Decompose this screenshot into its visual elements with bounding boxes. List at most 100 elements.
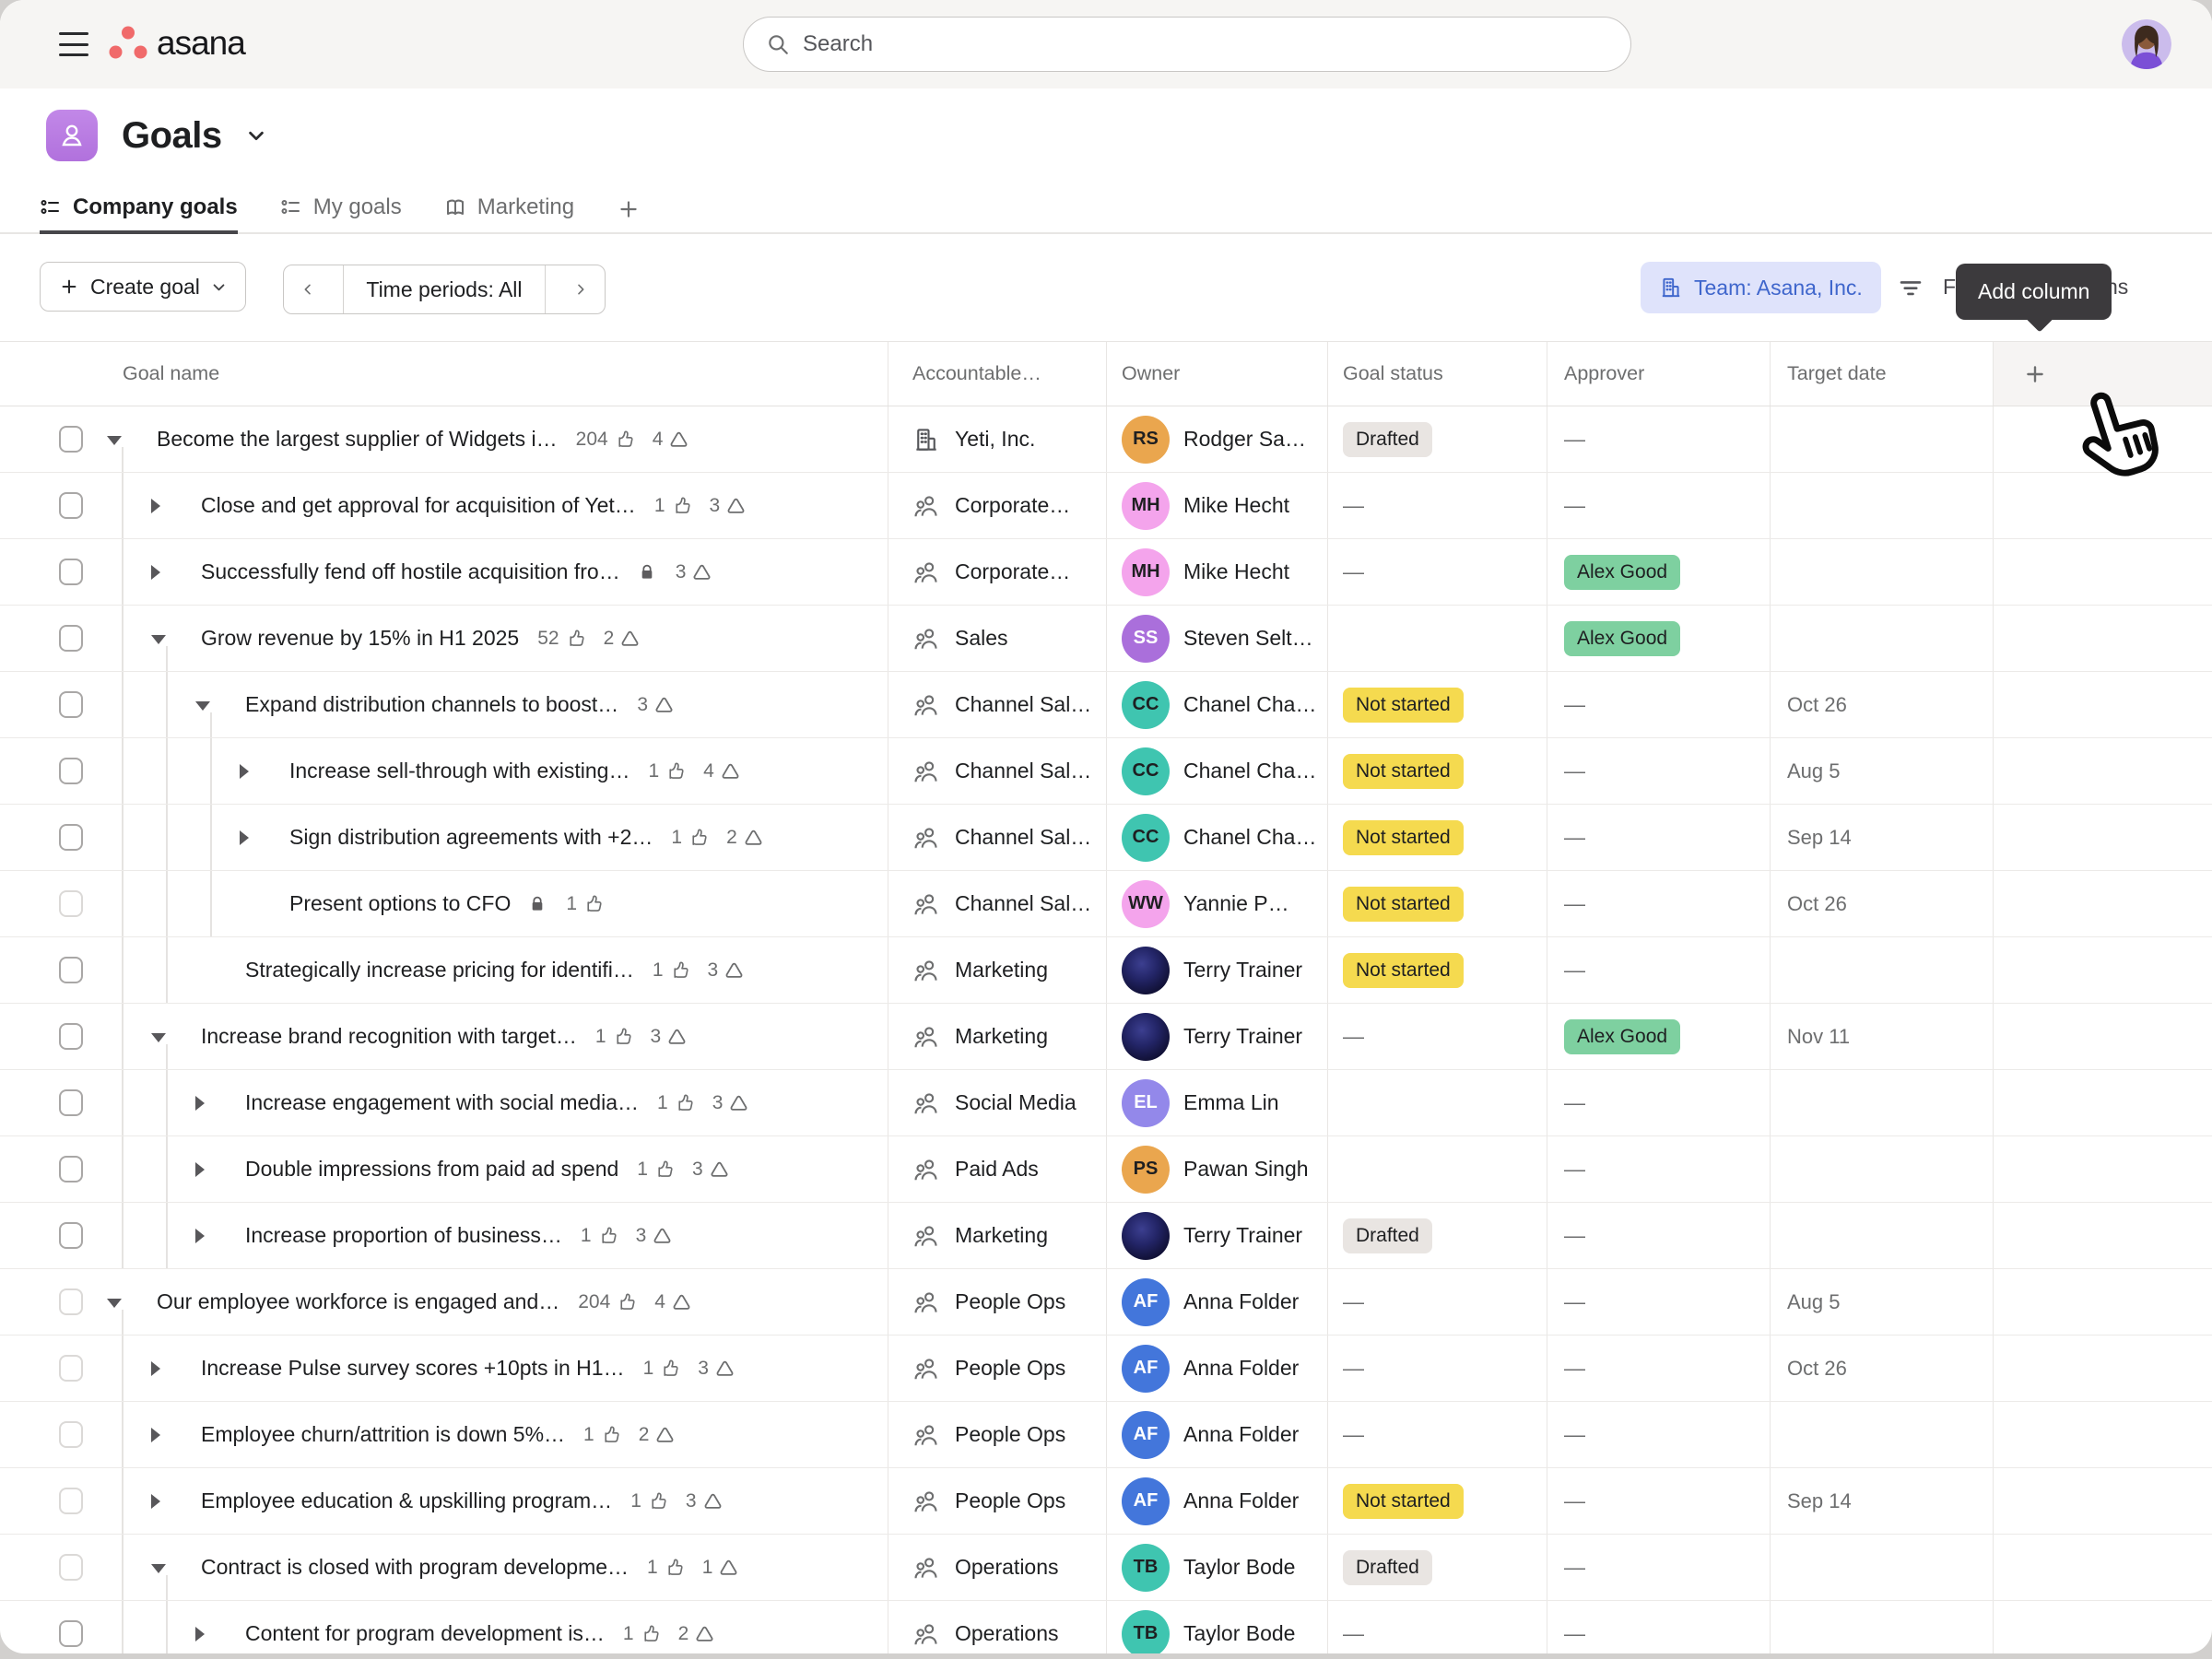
target-date-cell[interactable] <box>1770 1136 1993 1202</box>
goal-status-cell[interactable]: — <box>1327 1004 1547 1069</box>
row-checkbox[interactable] <box>59 1620 83 1647</box>
target-date-cell[interactable] <box>1770 1535 1993 1600</box>
approver-cell[interactable]: — <box>1547 937 1770 1003</box>
time-periods-prev-button[interactable] <box>284 265 332 313</box>
goal-status-cell[interactable]: — <box>1327 1269 1547 1335</box>
likes-count[interactable]: 204 <box>576 429 635 451</box>
row-checkbox[interactable] <box>59 1089 83 1116</box>
goal-status-cell[interactable]: Not started <box>1327 805 1547 870</box>
owner-cell[interactable]: TBTaylor Bode <box>1106 1601 1327 1653</box>
goal-name[interactable]: Increase proportion of business… <box>245 1223 562 1248</box>
target-date-cell[interactable]: Aug 5 <box>1770 1269 1993 1335</box>
subgoal-count[interactable]: 4 <box>653 429 690 451</box>
likes-count[interactable]: 1 <box>623 1623 661 1645</box>
goal-name[interactable]: Grow revenue by 15% in H1 2025 <box>201 626 519 651</box>
row-expand-caret[interactable] <box>151 1494 160 1509</box>
target-date-cell[interactable]: Sep 14 <box>1770 1468 1993 1534</box>
table-row[interactable]: Present options to CFO 1 Channel Sal… WW… <box>0 871 2212 937</box>
subgoal-count[interactable]: 2 <box>639 1424 677 1446</box>
table-row[interactable]: Our employee workforce is engaged and… 2… <box>0 1269 2212 1335</box>
row-expand-caret[interactable] <box>151 1428 160 1442</box>
goal-name[interactable]: Strategically increase pricing for ident… <box>245 958 634 982</box>
table-row[interactable]: Strategically increase pricing for ident… <box>0 937 2212 1004</box>
approver-cell[interactable]: Alex Good <box>1547 606 1770 671</box>
subgoal-count[interactable]: 2 <box>678 1623 716 1645</box>
subgoal-count[interactable]: 3 <box>676 561 713 583</box>
row-checkbox[interactable] <box>59 824 83 851</box>
goal-status-cell[interactable] <box>1327 1070 1547 1135</box>
column-header-target-date[interactable]: Target date <box>1770 342 1993 406</box>
goal-name[interactable]: Successfully fend off hostile acquisitio… <box>201 559 620 584</box>
column-header-approver[interactable]: Approver <box>1547 342 1770 406</box>
goal-status-cell[interactable]: Drafted <box>1327 1203 1547 1268</box>
subgoal-count[interactable]: 4 <box>654 1291 692 1313</box>
tab-company-goals[interactable]: Company goals <box>40 186 238 234</box>
owner-cell[interactable]: CCChanel Cha… <box>1106 805 1327 870</box>
approver-cell[interactable]: Alex Good <box>1547 1004 1770 1069</box>
row-checkbox[interactable] <box>59 559 83 585</box>
approver-cell[interactable]: — <box>1547 871 1770 936</box>
goal-name[interactable]: Our employee workforce is engaged and… <box>157 1289 559 1314</box>
subgoal-count[interactable]: 3 <box>637 694 675 716</box>
hamburger-menu-icon[interactable] <box>59 32 88 56</box>
target-date-cell[interactable] <box>1770 1203 1993 1268</box>
target-date-cell[interactable] <box>1770 937 1993 1003</box>
accountable-cell[interactable]: Paid Ads <box>888 1136 1106 1202</box>
goal-name[interactable]: Double impressions from paid ad spend <box>245 1157 618 1182</box>
goal-status-cell[interactable]: Drafted <box>1327 406 1547 472</box>
accountable-cell[interactable]: Channel Sal… <box>888 672 1106 737</box>
subgoal-count[interactable]: 3 <box>651 1026 688 1048</box>
accountable-cell[interactable]: Corporate… <box>888 473 1106 538</box>
row-collapse-caret[interactable] <box>151 1564 166 1573</box>
user-avatar[interactable] <box>2122 19 2171 69</box>
subgoal-count[interactable]: 2 <box>604 628 641 650</box>
owner-cell[interactable]: WWYannie P… <box>1106 871 1327 936</box>
row-expand-caret[interactable] <box>151 1361 160 1376</box>
add-column-button[interactable] <box>1993 342 2212 406</box>
goal-status-cell[interactable]: Not started <box>1327 871 1547 936</box>
approver-cell[interactable]: — <box>1547 1203 1770 1268</box>
tab-marketing[interactable]: Marketing <box>444 186 574 234</box>
table-row[interactable]: Grow revenue by 15% in H1 2025 522 Sales… <box>0 606 2212 672</box>
likes-count[interactable]: 1 <box>643 1358 681 1380</box>
row-collapse-caret[interactable] <box>151 1033 166 1042</box>
approver-cell[interactable]: — <box>1547 1070 1770 1135</box>
row-checkbox[interactable] <box>59 1554 83 1581</box>
row-collapse-caret[interactable] <box>107 1299 122 1308</box>
goal-name[interactable]: Increase brand recognition with target… <box>201 1024 577 1049</box>
goal-name[interactable]: Close and get approval for acquisition o… <box>201 493 636 518</box>
approver-cell[interactable]: — <box>1547 406 1770 472</box>
goal-status-cell[interactable]: Drafted <box>1327 1535 1547 1600</box>
accountable-cell[interactable]: People Ops <box>888 1269 1106 1335</box>
column-header-goal-name[interactable]: Goal name <box>0 342 888 406</box>
owner-cell[interactable]: CCChanel Cha… <box>1106 672 1327 737</box>
table-row[interactable]: Increase sell-through with existing… 14 … <box>0 738 2212 805</box>
goal-name[interactable]: Increase engagement with social media… <box>245 1090 639 1115</box>
table-row[interactable]: Sign distribution agreements with +2… 12… <box>0 805 2212 871</box>
row-collapse-caret[interactable] <box>195 701 210 711</box>
table-row[interactable]: Increase brand recognition with target… … <box>0 1004 2212 1070</box>
table-row[interactable]: Employee education & upskilling program…… <box>0 1468 2212 1535</box>
row-checkbox[interactable] <box>59 426 83 453</box>
goal-name[interactable]: Content for program development is… <box>245 1621 605 1646</box>
table-row[interactable]: Close and get approval for acquisition o… <box>0 473 2212 539</box>
approver-cell[interactable]: — <box>1547 1269 1770 1335</box>
row-expand-caret[interactable] <box>240 764 249 779</box>
approver-cell[interactable]: — <box>1547 1136 1770 1202</box>
accountable-cell[interactable]: Marketing <box>888 1203 1106 1268</box>
row-checkbox[interactable] <box>59 1355 83 1382</box>
accountable-cell[interactable]: Channel Sal… <box>888 871 1106 936</box>
target-date-cell[interactable] <box>1770 473 1993 538</box>
goal-name[interactable]: Present options to CFO <box>289 891 511 916</box>
row-expand-caret[interactable] <box>195 1229 205 1243</box>
owner-cell[interactable]: MHMike Hecht <box>1106 539 1327 605</box>
approver-cell[interactable]: — <box>1547 1535 1770 1600</box>
target-date-cell[interactable]: Oct 26 <box>1770 871 1993 936</box>
accountable-cell[interactable]: Marketing <box>888 1004 1106 1069</box>
likes-count[interactable]: 1 <box>630 1490 668 1512</box>
table-row[interactable]: Content for program development is… 12 O… <box>0 1601 2212 1653</box>
approver-cell[interactable]: — <box>1547 672 1770 737</box>
owner-cell[interactable]: ELEmma Lin <box>1106 1070 1327 1135</box>
row-checkbox[interactable] <box>59 492 83 519</box>
owner-cell[interactable]: Terry Trainer <box>1106 1004 1327 1069</box>
